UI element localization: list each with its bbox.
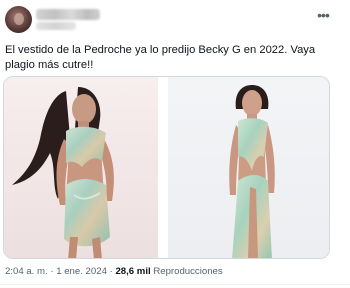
tweet-card: ••• El vestido de la Pedroche ya lo pred… xyxy=(0,0,350,288)
post-time[interactable]: 2:04 a. m. xyxy=(5,266,48,277)
avatar-face xyxy=(14,13,24,25)
views-count: 28,6 mil xyxy=(115,266,151,277)
author-name-redacted[interactable] xyxy=(36,9,100,20)
media-grid[interactable] xyxy=(3,76,330,259)
photo-pedroche[interactable] xyxy=(168,77,329,258)
meta-separator: · xyxy=(50,266,54,277)
divider xyxy=(0,284,350,285)
photo-becky-g-illustration xyxy=(12,87,114,258)
post-date[interactable]: 1 ene. 2024 xyxy=(56,266,107,277)
tweet-text: El vestido de la Pedroche ya lo predijo … xyxy=(5,44,316,71)
author-handle-redacted[interactable] xyxy=(36,22,76,30)
views-label: Reproducciones xyxy=(153,266,223,277)
photo-becky-g[interactable] xyxy=(4,77,158,258)
more-options-icon[interactable]: ••• xyxy=(315,8,331,22)
tweet-metadata: 2:04 a. m. · 1 ene. 2024 · 28,6 mil Repr… xyxy=(5,266,345,278)
avatar[interactable] xyxy=(5,6,32,33)
meta-separator: · xyxy=(109,266,113,277)
photo-pedroche-illustration xyxy=(229,85,275,258)
